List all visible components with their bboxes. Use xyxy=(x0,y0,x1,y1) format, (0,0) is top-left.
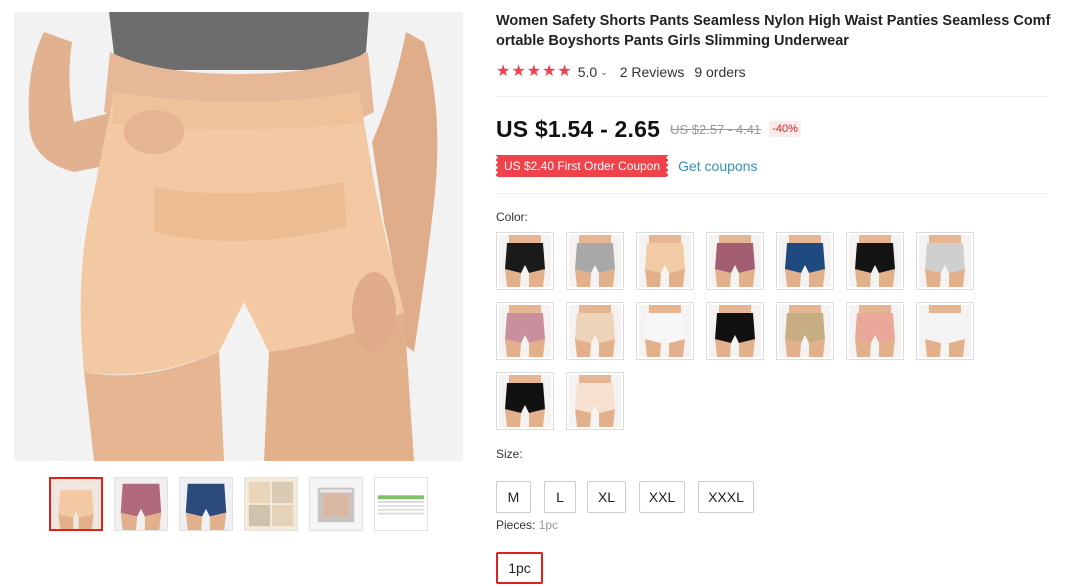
swatch-shorts-image xyxy=(569,375,621,427)
color-swatch[interactable] xyxy=(706,232,764,290)
chevron-down-icon[interactable]: ⌄ xyxy=(600,67,608,78)
color-label: Color: xyxy=(496,210,529,224)
divider xyxy=(496,96,1048,97)
rating-value[interactable]: 5.0 xyxy=(578,64,597,80)
color-swatch[interactable] xyxy=(496,232,554,290)
thumbnail-1[interactable] xyxy=(49,477,103,531)
product-title: Women Safety Shorts Pants Seamless Nylon… xyxy=(496,13,1051,49)
color-swatch[interactable] xyxy=(916,302,974,360)
star-icon: ★ xyxy=(526,63,542,80)
color-swatch[interactable] xyxy=(776,302,834,360)
swatch-shorts-image xyxy=(499,305,551,357)
swatch-shorts-image xyxy=(919,235,971,287)
color-swatch[interactable] xyxy=(566,372,624,430)
thumbnail-shorts-image xyxy=(115,478,167,530)
color-swatch[interactable] xyxy=(846,232,904,290)
color-swatch[interactable] xyxy=(636,302,694,360)
divider xyxy=(496,193,1048,194)
main-product-image[interactable] xyxy=(14,12,463,461)
reviews-link[interactable]: 2 Reviews xyxy=(620,64,685,80)
swatch-shorts-image xyxy=(499,375,551,427)
thumbnail-2[interactable] xyxy=(114,477,168,531)
discount-badge: -40% xyxy=(769,121,801,137)
product-info-panel: Women Safety Shorts Pants Seamless Nylon… xyxy=(493,12,1052,584)
color-swatch[interactable] xyxy=(566,302,624,360)
first-order-coupon[interactable]: US $2.40 First Order Coupon xyxy=(493,155,672,177)
pieces-selected-value: 1pc xyxy=(538,518,559,532)
swatch-shorts-image xyxy=(709,235,761,287)
swatch-shorts-image xyxy=(499,235,551,287)
size-option-xxxl[interactable]: XXXL xyxy=(698,481,754,513)
star-icon: ★ xyxy=(496,63,511,80)
size-option-xl[interactable]: XL xyxy=(587,481,626,513)
thumbnail-5[interactable] xyxy=(309,477,363,531)
thumbnail-shorts-image xyxy=(51,479,101,529)
thumbnail-fabric-image xyxy=(245,478,297,530)
price-row: US $1.54 - 2.65 US $2.57 - 4.41 -40% xyxy=(496,114,801,144)
pieces-options: 1pc xyxy=(496,552,543,584)
thumbnail-4[interactable] xyxy=(244,477,298,531)
thumbnail-6[interactable] xyxy=(374,477,428,531)
coupon-notch xyxy=(665,155,672,177)
star-icon: ★ xyxy=(557,63,572,80)
color-swatch[interactable] xyxy=(776,232,834,290)
star-icon: ★ xyxy=(511,63,526,80)
orders-count: 9 orders xyxy=(694,64,746,80)
thumbnail-size-chart-image xyxy=(375,478,427,530)
swatch-shorts-image xyxy=(779,305,831,357)
color-swatch[interactable] xyxy=(496,372,554,430)
color-swatch[interactable] xyxy=(846,302,904,360)
thumbnail-3[interactable] xyxy=(179,477,233,531)
swatch-shorts-image xyxy=(639,305,691,357)
swatch-shorts-image xyxy=(779,235,831,287)
swatch-shorts-image xyxy=(919,305,971,357)
rating-row: ★ ★ ★ ★ ★ 5.0 ⌄ 2 Reviews 9 orders xyxy=(496,62,1052,82)
color-swatch[interactable] xyxy=(566,232,624,290)
get-coupons-link[interactable]: Get coupons xyxy=(678,158,757,174)
size-option-m[interactable]: M xyxy=(496,481,531,513)
coupon-label: US $2.40 First Order Coupon xyxy=(504,159,661,173)
coupon-row: US $2.40 First Order Coupon Get coupons xyxy=(493,155,757,177)
thumbnail-shorts-image xyxy=(180,478,232,530)
swatch-shorts-image xyxy=(639,235,691,287)
pieces-label: Pieces: 1pc xyxy=(496,518,558,532)
swatch-shorts-image xyxy=(569,305,621,357)
size-option-l[interactable]: L xyxy=(544,481,576,513)
pieces-label-text: Pieces: xyxy=(496,518,536,532)
swatch-shorts-image xyxy=(709,305,761,357)
coupon-notch xyxy=(493,155,499,177)
color-swatch[interactable] xyxy=(916,232,974,290)
star-icon: ★ xyxy=(542,63,557,80)
shorts-photo-illustration xyxy=(14,12,463,461)
original-price: US $2.57 - 4.41 xyxy=(670,121,762,137)
rating-stars: ★ ★ ★ ★ ★ xyxy=(496,64,572,80)
thumbnail-package-image xyxy=(310,478,362,530)
color-swatch[interactable] xyxy=(706,302,764,360)
color-swatch[interactable] xyxy=(636,232,694,290)
current-price: US $1.54 - 2.65 xyxy=(496,115,661,142)
swatch-shorts-image xyxy=(569,235,621,287)
pieces-option-1pc[interactable]: 1pc xyxy=(496,552,543,584)
size-label: Size: xyxy=(496,447,523,461)
swatch-shorts-image xyxy=(849,305,901,357)
size-option-xxl[interactable]: XXL xyxy=(639,481,685,513)
swatch-shorts-image xyxy=(849,235,901,287)
color-swatch[interactable] xyxy=(496,302,554,360)
size-options: M L XL XXL XXXL xyxy=(496,481,754,513)
